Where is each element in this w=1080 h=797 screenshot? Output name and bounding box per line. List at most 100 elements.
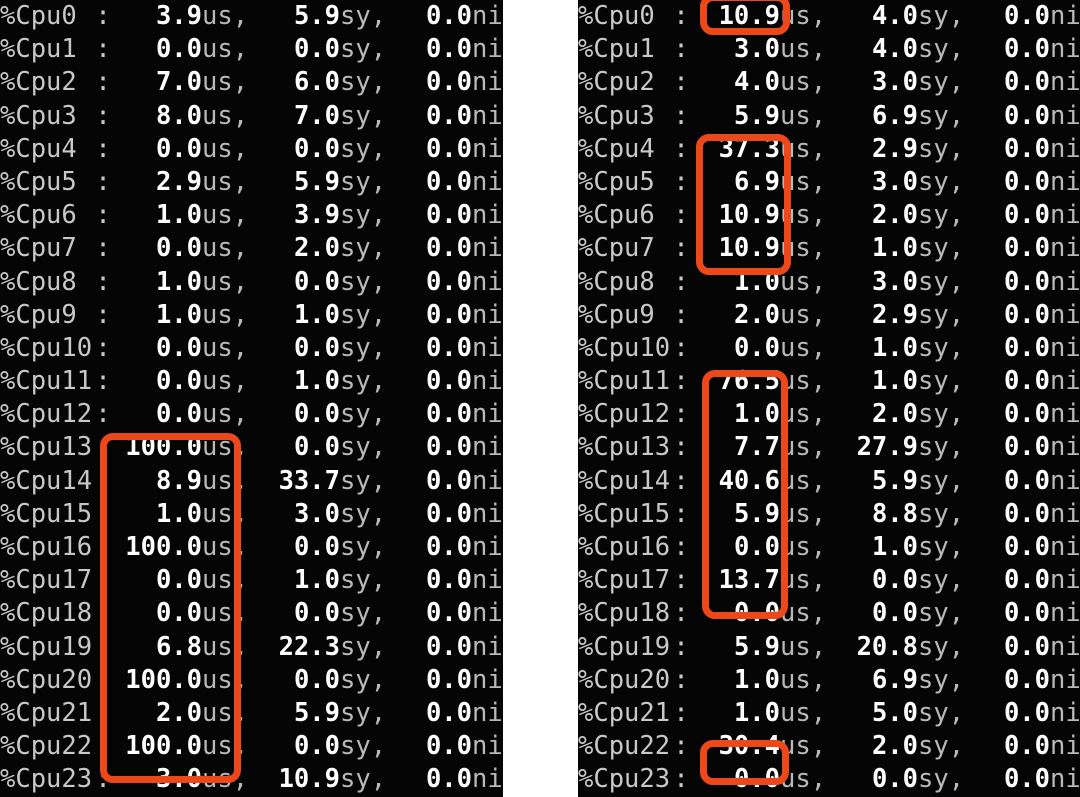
- cpu-sy-unit: sy,: [340, 664, 387, 695]
- cpu-sy-value: 0.0: [293, 399, 340, 430]
- cpu-ni-unit: ni,: [1050, 332, 1080, 363]
- cpu-us-value: 6.9: [733, 166, 780, 197]
- cpu-sy-value: 1.0: [293, 299, 340, 330]
- cpu-row: %Cpu4:37.3us, 2.9sy, 0.0ni,: [578, 133, 1080, 166]
- cpu-row: %Cpu2: 7.0us, 6.0sy, 0.0ni,: [0, 66, 503, 99]
- cpu-ni-unit: ni,: [472, 598, 503, 629]
- cpu-row: %Cpu17:0.0us,1.0sy,0.0ni,: [0, 564, 503, 597]
- cpu-ni-unit: ni,: [1050, 200, 1080, 231]
- cpu-sy-value: 1.0: [871, 233, 918, 264]
- field-separator: :: [95, 1, 111, 31]
- cpu-us-value: 5.9: [733, 498, 780, 529]
- cpu-us-value: 5.9: [733, 100, 780, 131]
- cpu-us-value: 100.0: [125, 532, 202, 562]
- cpu-sy-unit: sy,: [918, 1, 965, 31]
- cpu-us-value: 0.0: [155, 366, 202, 397]
- cpu-ni-unit: ni,: [472, 731, 503, 762]
- cpu-sy-unit: sy,: [918, 67, 965, 98]
- cpu-us-value: 10.9: [718, 200, 780, 231]
- cpu-us-unit: us,: [780, 764, 827, 795]
- cpu-row: %Cpu18:0.0us,0.0sy,0.0ni,: [0, 597, 503, 630]
- field-separator: :: [95, 200, 111, 231]
- field-separator: :: [95, 697, 111, 728]
- cpu-ni-value: 0.0: [425, 399, 472, 430]
- cpu-sy-unit: sy,: [340, 631, 387, 662]
- cpu-label: %Cpu2: [578, 67, 655, 98]
- cpu-row: %Cpu9: 2.0us, 2.9sy, 0.0ni,: [578, 299, 1080, 332]
- cpu-ni-value: 0.0: [425, 432, 472, 463]
- cpu-sy-value: 0.0: [293, 332, 340, 363]
- cpu-us-value: 1.0: [733, 664, 780, 695]
- cpu-ni-unit: ni,: [1050, 399, 1080, 430]
- cpu-row: %Cpu7:0.0us,2.0sy,0.0ni,: [0, 232, 503, 265]
- cpu-label: %Cpu23: [0, 764, 93, 795]
- cpu-label: %Cpu4: [0, 133, 77, 164]
- cpu-row: %Cpu16:100.0us,0.0sy,0.0ni,: [0, 531, 503, 564]
- right-terminal-panel: %Cpu0:10.9us,4.0sy,0.0ni,%Cpu1:3.0us,4.0…: [578, 0, 1080, 797]
- cpu-ni-unit: ni,: [1050, 532, 1080, 562]
- cpu-label: %Cpu21: [578, 697, 671, 728]
- cpu-row: %Cpu22:100.0us,0.0sy,0.0ni,: [0, 730, 503, 763]
- cpu-ni-value: 0.0: [425, 166, 472, 197]
- cpu-sy-value: 22.3: [278, 631, 340, 662]
- cpu-sy-unit: sy,: [340, 565, 387, 596]
- cpu-us-unit: us,: [780, 166, 827, 197]
- field-separator: :: [673, 100, 689, 131]
- cpu-us-value: 0.0: [155, 332, 202, 363]
- cpu-label: %Cpu16: [0, 532, 93, 562]
- cpu-us-value: 100.0: [125, 664, 202, 695]
- cpu-sy-value: 0.0: [293, 266, 340, 297]
- cpu-sy-unit: sy,: [918, 565, 965, 596]
- cpu-sy-unit: sy,: [340, 200, 387, 231]
- cpu-sy-unit: sy,: [340, 764, 387, 795]
- cpu-sy-unit: sy,: [918, 233, 965, 264]
- left-cpu-row-list: %Cpu0:3.9us,5.9sy,0.0ni,%Cpu1:0.0us,0.0s…: [0, 0, 503, 797]
- cpu-sy-unit: sy,: [918, 432, 965, 463]
- cpu-us-unit: us,: [202, 266, 249, 297]
- cpu-sy-value: 3.9: [293, 200, 340, 231]
- cpu-ni-unit: ni,: [472, 133, 503, 164]
- cpu-sy-unit: sy,: [340, 498, 387, 529]
- cpu-sy-value: 3.0: [871, 166, 918, 197]
- cpu-row: %Cpu21: 2.0us, 5.9sy, 0.0ni,: [0, 697, 503, 730]
- cpu-ni-value: 0.0: [425, 498, 472, 529]
- field-separator: :: [673, 664, 689, 695]
- cpu-us-unit: us,: [202, 34, 249, 65]
- cpu-sy-unit: sy,: [918, 764, 965, 795]
- cpu-us-unit: us,: [780, 731, 827, 762]
- field-separator: :: [95, 731, 111, 762]
- field-separator: :: [673, 697, 689, 728]
- cpu-ni-value: 0.0: [425, 565, 472, 596]
- cpu-ni-value: 0.0: [1003, 100, 1050, 131]
- cpu-us-value: 1.0: [155, 498, 202, 529]
- cpu-ni-value: 0.0: [1003, 133, 1050, 164]
- cpu-ni-unit: ni,: [472, 34, 503, 65]
- field-separator: :: [673, 399, 689, 430]
- cpu-us-unit: us,: [202, 366, 249, 397]
- cpu-us-value: 1.0: [733, 399, 780, 430]
- field-separator: :: [95, 34, 111, 65]
- cpu-sy-unit: sy,: [340, 166, 387, 197]
- field-separator: :: [673, 133, 689, 164]
- cpu-us-unit: us,: [202, 200, 249, 231]
- cpu-label: %Cpu10: [578, 332, 671, 363]
- cpu-us-unit: us,: [780, 498, 827, 529]
- cpu-row: %Cpu0: 3.9us, 5.9sy, 0.0ni,: [0, 0, 503, 33]
- cpu-us-value: 4.0: [733, 67, 780, 98]
- cpu-ni-unit: ni,: [1050, 465, 1080, 496]
- cpu-ni-value: 0.0: [1003, 664, 1050, 695]
- field-separator: :: [95, 233, 111, 264]
- cpu-sy-unit: sy,: [340, 731, 387, 762]
- cpu-ni-unit: ni,: [1050, 133, 1080, 164]
- cpu-row: %Cpu19: 5.9us, 20.8sy, 0.0ni,: [578, 631, 1080, 664]
- field-separator: :: [673, 532, 689, 562]
- cpu-us-value: 3.9: [155, 1, 202, 31]
- cpu-ni-value: 0.0: [425, 366, 472, 397]
- cpu-label: %Cpu20: [0, 664, 93, 695]
- cpu-us-unit: us,: [202, 432, 249, 463]
- cpu-us-unit: us,: [202, 1, 249, 31]
- cpu-sy-value: 0.0: [293, 731, 340, 762]
- cpu-label: %Cpu22: [0, 731, 93, 762]
- cpu-us-value: 6.8: [155, 631, 202, 662]
- cpu-ni-value: 0.0: [1003, 598, 1050, 629]
